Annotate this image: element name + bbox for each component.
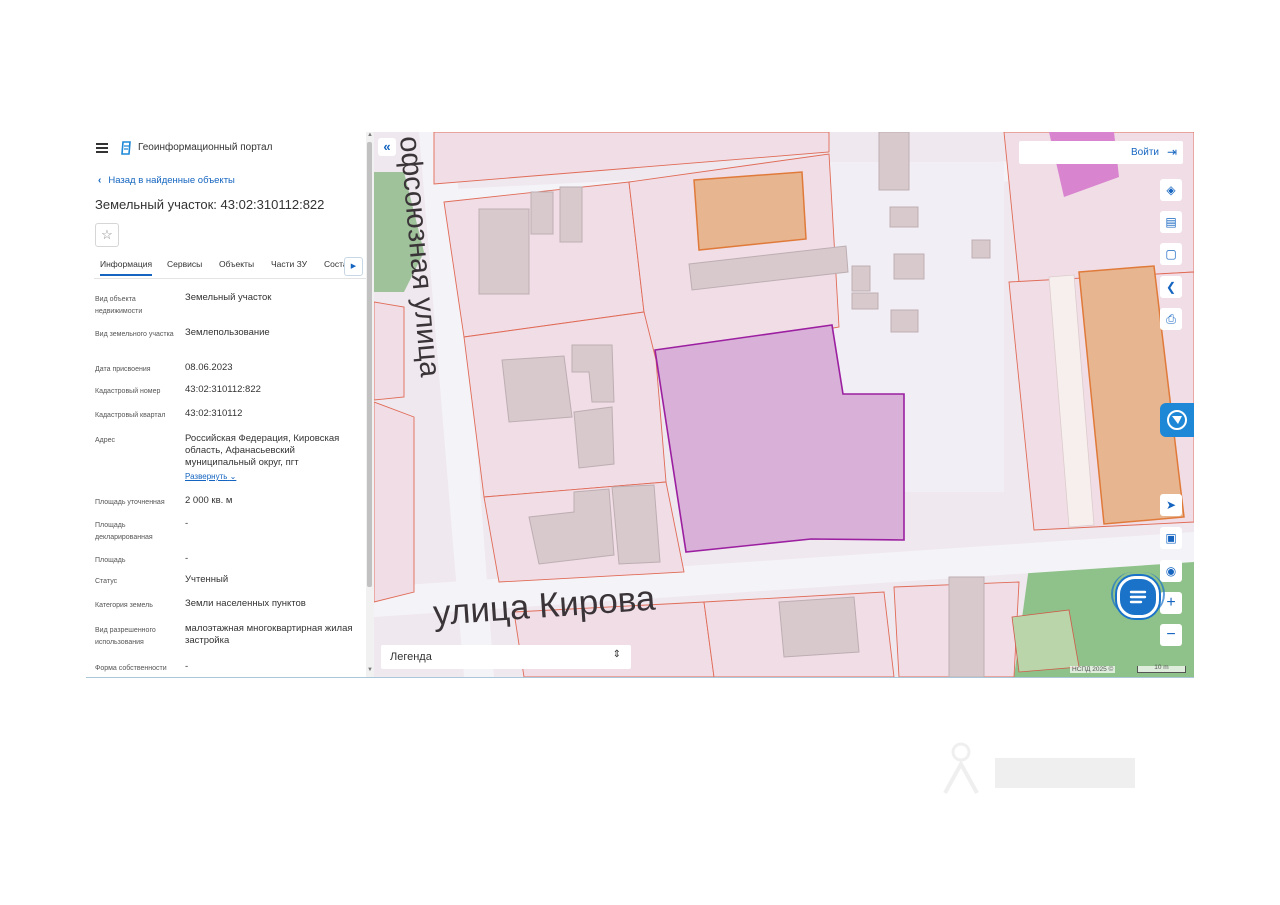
app-window: Геоинформационный портал ‹ Назад в найден…	[86, 132, 1194, 678]
highlighted-building[interactable]	[693, 171, 807, 251]
attribute-value: -	[185, 661, 189, 672]
attribute-label: Вид разрешенного использования	[95, 627, 156, 646]
favorite-star-icon[interactable]: ☆	[95, 223, 119, 247]
scroll-up-icon[interactable]: ▲	[367, 132, 373, 138]
attribute-label: Кадастровый квартал	[95, 412, 166, 419]
map-canvas[interactable]: улица Кирова офсоюзная улица	[374, 132, 1194, 677]
tab-services[interactable]: Сервисы	[167, 259, 202, 269]
portal-logo-icon	[121, 141, 131, 155]
attribute-value: Учтенный	[185, 574, 229, 585]
tab-information[interactable]: Информация	[100, 259, 153, 276]
tab-objects[interactable]: Объекты	[219, 259, 254, 269]
attribute-label: Площадь уточненная	[95, 499, 165, 506]
attribute-label: Площадь	[95, 557, 126, 564]
chat-icon[interactable]	[1117, 576, 1159, 618]
scrollbar-thumb[interactable]	[367, 142, 372, 587]
attribute-label: Статус	[95, 578, 118, 585]
attribute-label: Форма собственности	[95, 665, 167, 672]
back-link-label: Назад в найденные объекты	[108, 175, 235, 186]
tab-parts[interactable]: Части ЗУ	[271, 259, 307, 269]
area-select-icon[interactable]: ▢	[1160, 243, 1182, 265]
attribute-label: Площадь декларированная	[95, 522, 153, 541]
mini-map-icon[interactable]: ▣	[1160, 527, 1182, 549]
chevron-updown-icon: ⇕	[612, 649, 621, 660]
scale-label: 10 m	[1154, 664, 1169, 671]
attribute-value: малоэтажная многоквартирная жилая застро…	[185, 623, 353, 646]
tab-bar: Информация Сервисы Объекты Части ЗУ Сост…	[94, 252, 366, 279]
attribute-value: 43:02:310112:822	[185, 384, 261, 395]
login-bar[interactable]: Войти ⇥	[1019, 141, 1183, 164]
map-view[interactable]: улица Кирова офсоюзная улица « Войти ⇥ ◈…	[374, 132, 1194, 677]
attribute-value: -	[185, 553, 189, 564]
attribute-value: Земли населенных пунктов	[185, 598, 306, 609]
page-title: Земельный участок: 43:02:310112:822	[95, 197, 325, 212]
menu-icon[interactable]	[96, 143, 108, 153]
chevron-left-icon: ‹	[98, 175, 102, 186]
parcel	[1011, 609, 1080, 673]
login-icon[interactable]: ⇥	[1167, 145, 1177, 159]
attribute-label: Категория земель	[95, 602, 153, 609]
address-text: Российская Федерация, Кировская область,…	[185, 433, 340, 468]
map-attribution: НСПД 2025 ©	[1070, 666, 1116, 673]
layers-icon[interactable]: ◈	[1160, 179, 1182, 201]
login-button[interactable]: Войти	[1131, 147, 1159, 158]
back-to-results-link[interactable]: ‹ Назад в найденные объекты	[98, 175, 235, 186]
legend-label: Легенда	[390, 651, 432, 663]
sidebar-scrollbar[interactable]: ▲ ▼	[366, 132, 374, 677]
locate-icon[interactable]: ◉	[1160, 560, 1182, 582]
attribute-value: 2 000 кв. м	[185, 495, 233, 506]
scale-bar: 10 m	[1137, 664, 1186, 673]
share-icon[interactable]: ❮	[1160, 276, 1182, 298]
tabs-scroll-right-icon[interactable]: ▶	[344, 257, 363, 276]
chevron-down-icon: ⌄	[229, 472, 237, 481]
ruler-icon[interactable]: ▤	[1160, 211, 1182, 233]
attribute-label: Адрес	[95, 437, 116, 444]
side-widget-icon[interactable]	[1160, 403, 1194, 437]
print-icon[interactable]: ⎙	[1160, 308, 1182, 330]
info-sidebar: Геоинформационный портал ‹ Назад в найден…	[86, 132, 374, 677]
attribute-value: -	[185, 518, 189, 529]
attribute-value: Земельный участок	[185, 292, 272, 303]
legend-select[interactable]: Легенда ⇕	[381, 645, 631, 669]
attribute-value: Землепользование	[185, 327, 270, 338]
expand-address-link[interactable]: Развернуть ⌄	[185, 471, 361, 483]
attribute-label: Вид объекта недвижимости	[95, 296, 143, 315]
attribute-value: 43:02:310112	[185, 408, 243, 419]
collapse-sidebar-button[interactable]: «	[378, 138, 396, 156]
attribute-label: Кадастровый номер	[95, 388, 161, 395]
portal-title[interactable]: Геоинформационный портал	[138, 142, 272, 153]
zoom-out-icon[interactable]: −	[1160, 624, 1182, 646]
attribute-value: Российская Федерация, Кировская область,…	[185, 433, 361, 483]
watermark-logo	[943, 742, 1135, 794]
attribute-label: Дата присвоения	[95, 366, 151, 373]
navigate-icon[interactable]: ➤	[1160, 494, 1182, 516]
attribute-value: 08.06.2023	[185, 362, 233, 373]
scroll-down-icon[interactable]: ▼	[367, 667, 373, 673]
attribute-label: Вид земельного участка	[95, 331, 174, 338]
sidebar-header: Геоинформационный портал	[86, 132, 374, 166]
